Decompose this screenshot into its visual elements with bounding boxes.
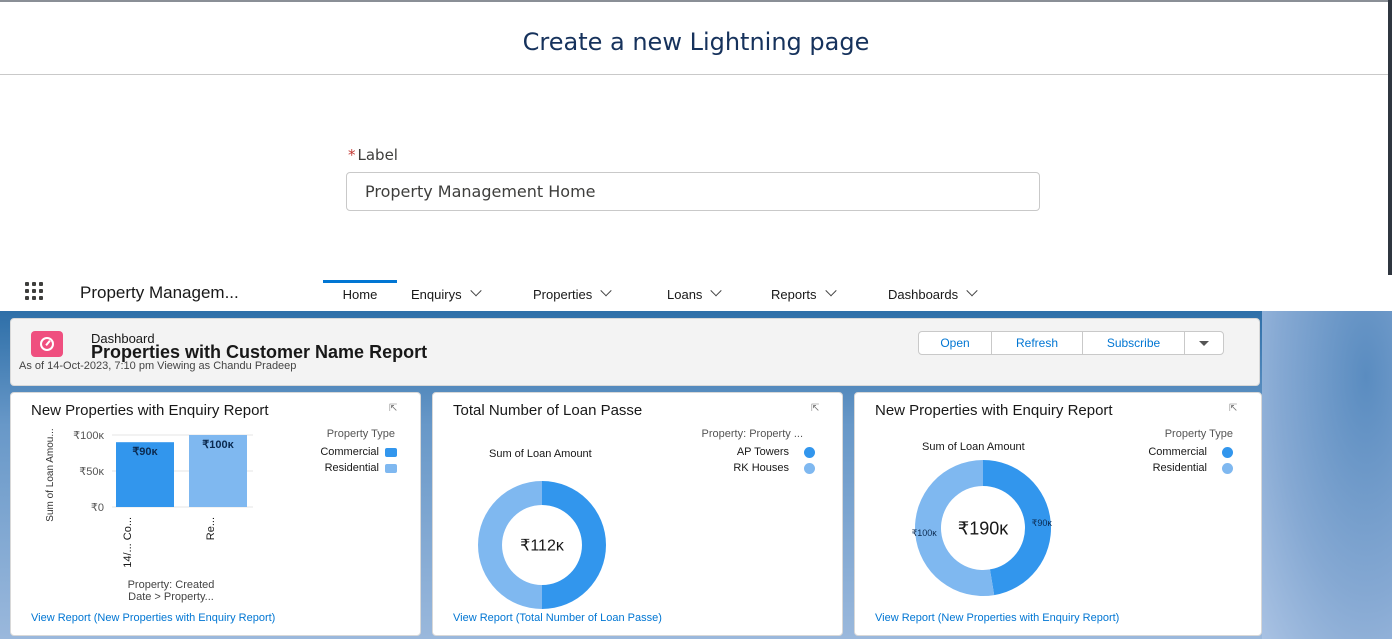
legend-title: Property Type — [326, 428, 395, 440]
tab-loans-label: Loans — [667, 287, 703, 302]
chevron-down-icon[interactable] — [600, 285, 612, 297]
chevron-down-icon[interactable] — [469, 285, 482, 297]
subscribe-button[interactable]: Subscribe — [1083, 332, 1185, 354]
donut-center-total: ₹190ᴋ — [958, 518, 1009, 538]
tab-enquirys-label: Enquirys — [411, 287, 462, 302]
dashboard-subtitle: As of 14-Oct-2023, 7:10 pm Viewing as Ch… — [19, 360, 297, 372]
legend-dot-rk-houses — [804, 463, 815, 474]
modal-right-edge — [1388, 0, 1392, 275]
modal-title: Create a new Lightning page — [522, 28, 870, 56]
x-axis-title-line2: Date > Property... — [128, 591, 214, 603]
app-name: Property Managem... — [80, 283, 239, 302]
label-input[interactable] — [346, 172, 1040, 211]
tab-properties-label: Properties — [533, 287, 593, 302]
tab-reports-label: Reports — [771, 287, 817, 302]
new-lightning-page-modal: Create a new Lightning page * Label — [0, 0, 1392, 260]
slice-value-label: ₹90ᴋ — [1032, 518, 1053, 528]
legend-item-rk-houses: RK Houses — [733, 462, 789, 474]
report-card-bar: New Properties with Enquiry Report ⇱ ₹10… — [10, 392, 421, 636]
legend-item-residential: Residential — [1152, 462, 1207, 474]
chevron-down-icon[interactable] — [966, 285, 978, 297]
tab-home[interactable]: Home — [323, 280, 397, 311]
dashboard-header: Dashboard Properties with Customer Name … — [10, 318, 1260, 386]
y-tick-label: ₹50ᴋ — [79, 466, 104, 478]
tab-properties[interactable]: Properties — [533, 280, 612, 311]
required-marker: * — [348, 146, 356, 164]
caret-down-icon — [1199, 340, 1209, 346]
card-title: New Properties with Enquiry Report — [31, 402, 269, 419]
view-report-link[interactable]: View Report (New Properties with Enquiry… — [875, 612, 1119, 624]
legend-dot-commercial — [1222, 447, 1233, 458]
sum-label: Sum of Loan Amount — [922, 441, 1025, 453]
open-button[interactable]: Open — [919, 332, 992, 354]
report-card-property-donut: New Properties with Enquiry Report ⇱ Sum… — [854, 392, 1262, 636]
legend-item-residential: Residential — [324, 462, 379, 474]
legend-swatch-residential — [385, 464, 397, 473]
dashboard-background-pattern — [1262, 311, 1392, 639]
expand-icon[interactable]: ⇱ — [811, 404, 823, 414]
tab-reports[interactable]: Reports — [771, 280, 837, 311]
x-axis-title: Property: Created Date > Property... — [91, 579, 251, 603]
dashboard-gauge-icon — [31, 331, 63, 357]
y-tick-label: ₹0 — [91, 502, 104, 514]
y-axis-label: Sum of Loan Amou... — [45, 428, 56, 521]
tab-loans[interactable]: Loans — [667, 280, 723, 311]
tab-home-label: Home — [342, 287, 378, 302]
modal-top-border — [0, 0, 1392, 2]
x-tick-label: Re... — [205, 517, 217, 540]
donut-center-total: ₹112ᴋ — [520, 538, 565, 555]
x-tick-label: 14/... Co... — [122, 517, 134, 568]
legend-dot-residential — [1222, 463, 1233, 474]
legend-title: Property Type — [1164, 428, 1233, 440]
label-field-label: * Label — [348, 146, 398, 164]
modal-divider — [0, 74, 1388, 75]
x-axis-title-line1: Property: Created — [127, 579, 215, 591]
tab-enquirys[interactable]: Enquirys — [411, 280, 482, 311]
legend-swatch-commercial — [385, 448, 397, 457]
card-title: Total Number of Loan Passe — [453, 402, 643, 419]
report-card-loan-donut: Total Number of Loan Passe ⇱ Sum of Loan… — [432, 392, 843, 636]
slice-value-label: ₹100ᴋ — [912, 528, 938, 538]
donut-chart: ₹112ᴋ — [478, 481, 606, 609]
legend-item-commercial: Commercial — [320, 446, 379, 458]
expand-icon[interactable]: ⇱ — [1229, 404, 1241, 414]
tab-dashboards-label: Dashboards — [888, 287, 959, 302]
legend-dot-ap-towers — [804, 447, 815, 458]
expand-icon[interactable]: ⇱ — [389, 404, 401, 414]
app-launcher-icon[interactable] — [25, 282, 45, 300]
chevron-down-icon[interactable] — [824, 285, 837, 297]
dashboard-button-group: Open Refresh Subscribe — [918, 331, 1224, 355]
donut-chart: ₹90ᴋ ₹100ᴋ ₹190ᴋ — [912, 460, 1053, 596]
y-tick-label: ₹100ᴋ — [73, 430, 104, 442]
legend-item-ap-towers: AP Towers — [736, 446, 789, 458]
sum-label: Sum of Loan Amount — [489, 448, 592, 460]
view-report-link[interactable]: View Report (Total Number of Loan Passe) — [453, 612, 662, 624]
legend-title: Property: Property ... — [701, 428, 803, 440]
refresh-button[interactable]: Refresh — [992, 332, 1083, 354]
card-title: New Properties with Enquiry Report — [875, 402, 1113, 419]
bar-value-label: ₹100ᴋ — [202, 439, 234, 451]
view-report-link[interactable]: View Report (New Properties with Enquiry… — [31, 612, 275, 624]
chevron-down-icon[interactable] — [710, 285, 723, 297]
bar-value-label: ₹90ᴋ — [132, 446, 158, 458]
more-actions-button[interactable] — [1185, 332, 1223, 354]
tab-dashboards[interactable]: Dashboards — [888, 280, 978, 311]
legend-item-commercial: Commercial — [1148, 446, 1207, 458]
app-nav-bar: Property Managem... Home Enquirys Proper… — [0, 275, 1392, 311]
label-field-text: Label — [357, 146, 398, 164]
